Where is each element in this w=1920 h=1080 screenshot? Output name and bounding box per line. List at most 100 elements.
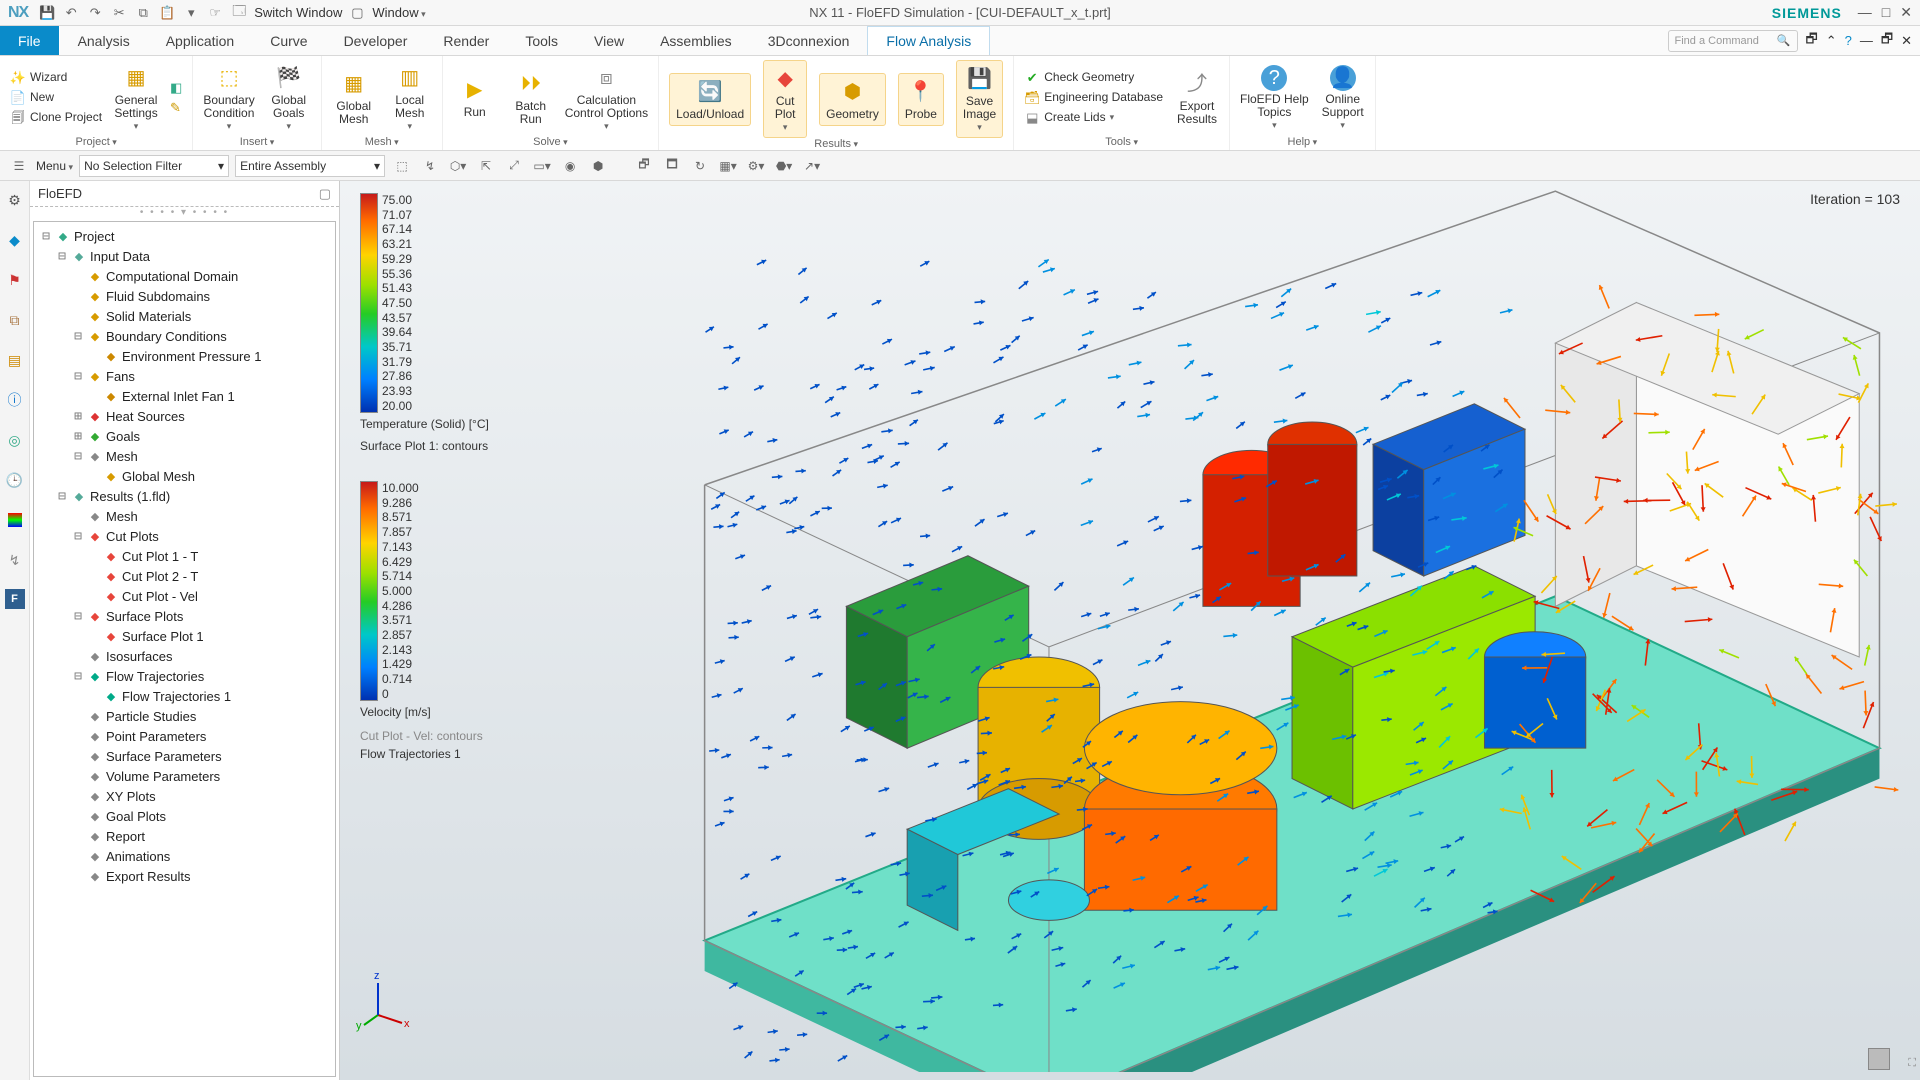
tab-3dconnexion[interactable]: 3Dconnexion [750, 26, 868, 55]
dock-nav-icon[interactable]: ◆ [4, 229, 26, 251]
window-menu[interactable]: Window [372, 5, 425, 20]
tree-item[interactable]: ◆Mesh [40, 506, 335, 526]
tool-icon-11[interactable]: ↻ [689, 155, 711, 177]
ribbon-group-mesh-label[interactable]: Mesh [332, 136, 432, 148]
tool-icon-7[interactable]: ◉ [559, 155, 581, 177]
check-geometry-button[interactable]: ✔Check Geometry [1024, 70, 1134, 86]
tool-icon-2[interactable]: ↯ [419, 155, 441, 177]
wizard-button[interactable]: ✨Wizard [10, 70, 67, 86]
tool-icon-1[interactable]: ⬚ [391, 155, 413, 177]
doc-close-icon[interactable]: ✕ [1901, 33, 1912, 49]
tree-item[interactable]: ◆Report [40, 826, 335, 846]
paste-icon[interactable]: 📋 [158, 4, 176, 22]
tree-item[interactable]: ◆Cut Plot 2 - T [40, 566, 335, 586]
tree-item[interactable]: ⊟◆Flow Trajectories [40, 666, 335, 686]
restore-icon[interactable]: 🗗 [1806, 30, 1818, 52]
switch-window-button[interactable]: Switch Window [254, 5, 342, 20]
tree-item[interactable]: ◆Particle Studies [40, 706, 335, 726]
more-icon[interactable]: ▾ [182, 4, 200, 22]
tree-item[interactable]: ◆XY Plots [40, 786, 335, 806]
new-button[interactable]: 📄New [10, 90, 54, 106]
panel-undock-icon[interactable]: ▢ [319, 186, 331, 202]
tool-icon-10[interactable]: 🗖 [661, 155, 683, 177]
tree-item[interactable]: ◆Computational Domain [40, 266, 335, 286]
tool-icon-6[interactable]: ▭▾ [531, 155, 553, 177]
tree-item[interactable]: ⊞◆Heat Sources [40, 406, 335, 426]
tree-item[interactable]: ⊞◆Goals [40, 426, 335, 446]
selection-filter-dropdown[interactable]: No Selection Filter▾ [79, 155, 229, 177]
redo-icon[interactable]: ↷ [86, 4, 104, 22]
tool-icon-3[interactable]: ⬡▾ [447, 155, 469, 177]
doc-restore-icon[interactable]: 🗗 [1881, 30, 1893, 52]
tab-assemblies[interactable]: Assemblies [642, 26, 750, 55]
eng-database-button[interactable]: 🗃Engineering Database [1024, 90, 1163, 106]
view-cube-icon[interactable] [1868, 1048, 1890, 1070]
edit-icon[interactable]: ✎ [170, 100, 181, 116]
tree-item[interactable]: ⊟◆Results (1.fld) [40, 486, 335, 506]
dock-layers-icon[interactable]: ▤ [4, 349, 26, 371]
tool-icon-4[interactable]: ⇱ [475, 155, 497, 177]
collapse-ribbon-icon[interactable]: ⌃ [1826, 33, 1837, 49]
dock-floefd-icon[interactable]: F [5, 589, 25, 609]
tree-item[interactable]: ◆Global Mesh [40, 466, 335, 486]
calc-options-button[interactable]: ⧈Calculation Control Options [565, 64, 648, 132]
tree-item[interactable]: ◆Surface Plot 1 [40, 626, 335, 646]
tab-tools[interactable]: Tools [507, 26, 576, 55]
global-goals-button[interactable]: 🏁Global Goals [267, 64, 311, 132]
tool-icon-8[interactable]: ⬢ [587, 155, 609, 177]
tree-item[interactable]: ⊟◆Surface Plots [40, 606, 335, 626]
tree-item[interactable]: ⊟◆Input Data [40, 246, 335, 266]
ribbon-group-results-label[interactable]: Results [669, 138, 1003, 150]
tree-item[interactable]: ⊟◆Fans [40, 366, 335, 386]
tab-application[interactable]: Application [148, 26, 253, 55]
dock-history-icon[interactable]: ⧉ [4, 309, 26, 331]
ribbon-group-solve-label[interactable]: Solve [453, 136, 648, 148]
tree-item[interactable]: ◆Fluid Subdomains [40, 286, 335, 306]
tree-item[interactable]: ◆Export Results [40, 866, 335, 886]
viewport-3d[interactable]: 75.0071.0767.1463.2159.2955.3651.4347.50… [340, 181, 1920, 1080]
dock-palette-icon[interactable] [4, 509, 26, 531]
cut-icon[interactable]: ✂ [110, 4, 128, 22]
tree-item[interactable]: ⊟◆Mesh [40, 446, 335, 466]
doc-minimize-icon[interactable]: — [1860, 33, 1873, 48]
tab-file[interactable]: File [0, 26, 60, 55]
dock-settings-icon[interactable]: ⚙ [4, 189, 26, 211]
save-icon[interactable]: 💾 [38, 4, 56, 22]
switch-window-icon[interactable]: 🗔 [230, 4, 248, 22]
menu-icon[interactable]: ☰ [8, 155, 30, 177]
maximize-button[interactable]: □ [1882, 4, 1890, 21]
viewport-corner-icon[interactable]: ⛶ [1908, 1057, 1916, 1070]
window-icon[interactable]: ▢ [348, 4, 366, 22]
tree-item[interactable]: ◆Surface Parameters [40, 746, 335, 766]
probe-button[interactable]: 📍Probe [898, 73, 944, 126]
tab-curve[interactable]: Curve [252, 26, 325, 55]
ribbon-group-project-label[interactable]: Project [10, 136, 182, 148]
ribbon-group-insert-label[interactable]: Insert [203, 136, 310, 148]
ribbon-group-tools-label[interactable]: Tools [1024, 136, 1219, 148]
panel-grip[interactable]: • • • • ▾ • • • • [30, 207, 339, 218]
tree-item[interactable]: ⊟◆Cut Plots [40, 526, 335, 546]
tool-icon-15[interactable]: ↗▾ [801, 155, 823, 177]
dock-sim-icon[interactable]: ↯ [4, 549, 26, 571]
clone-project-button[interactable]: 🗐Clone Project [10, 110, 102, 126]
tree-item[interactable]: ◆Flow Trajectories 1 [40, 686, 335, 706]
tool-icon-14[interactable]: ⬣▾ [773, 155, 795, 177]
local-mesh-button[interactable]: ▥Local Mesh [388, 64, 432, 132]
global-mesh-button[interactable]: ▦Global Mesh [332, 70, 376, 126]
minimize-button[interactable]: — [1858, 4, 1872, 21]
load-unload-button[interactable]: 🔄Load/Unload [669, 73, 751, 126]
tree-item[interactable]: ◆Animations [40, 846, 335, 866]
online-support-button[interactable]: 👤Online Support [1321, 65, 1365, 131]
project-tree[interactable]: ⊟◆Project⊟◆Input Data◆Computational Doma… [33, 221, 336, 1077]
undo-icon[interactable]: ↶ [62, 4, 80, 22]
tree-item[interactable]: ◆Cut Plot 1 - T [40, 546, 335, 566]
tree-item[interactable]: ◆Environment Pressure 1 [40, 346, 335, 366]
tree-item[interactable]: ◆Isosurfaces [40, 646, 335, 666]
dock-clock-icon[interactable]: 🕒 [4, 469, 26, 491]
general-settings-button[interactable]: ▦General Settings [114, 64, 158, 132]
tab-flow-analysis[interactable]: Flow Analysis [867, 26, 990, 55]
tree-item[interactable]: ◆Solid Materials [40, 306, 335, 326]
tool-icon-9[interactable]: 🗗 [633, 155, 655, 177]
find-command-input[interactable]: Find a Command 🔍 [1668, 30, 1798, 52]
cut-plot-button[interactable]: ◆Cut Plot [763, 60, 807, 138]
